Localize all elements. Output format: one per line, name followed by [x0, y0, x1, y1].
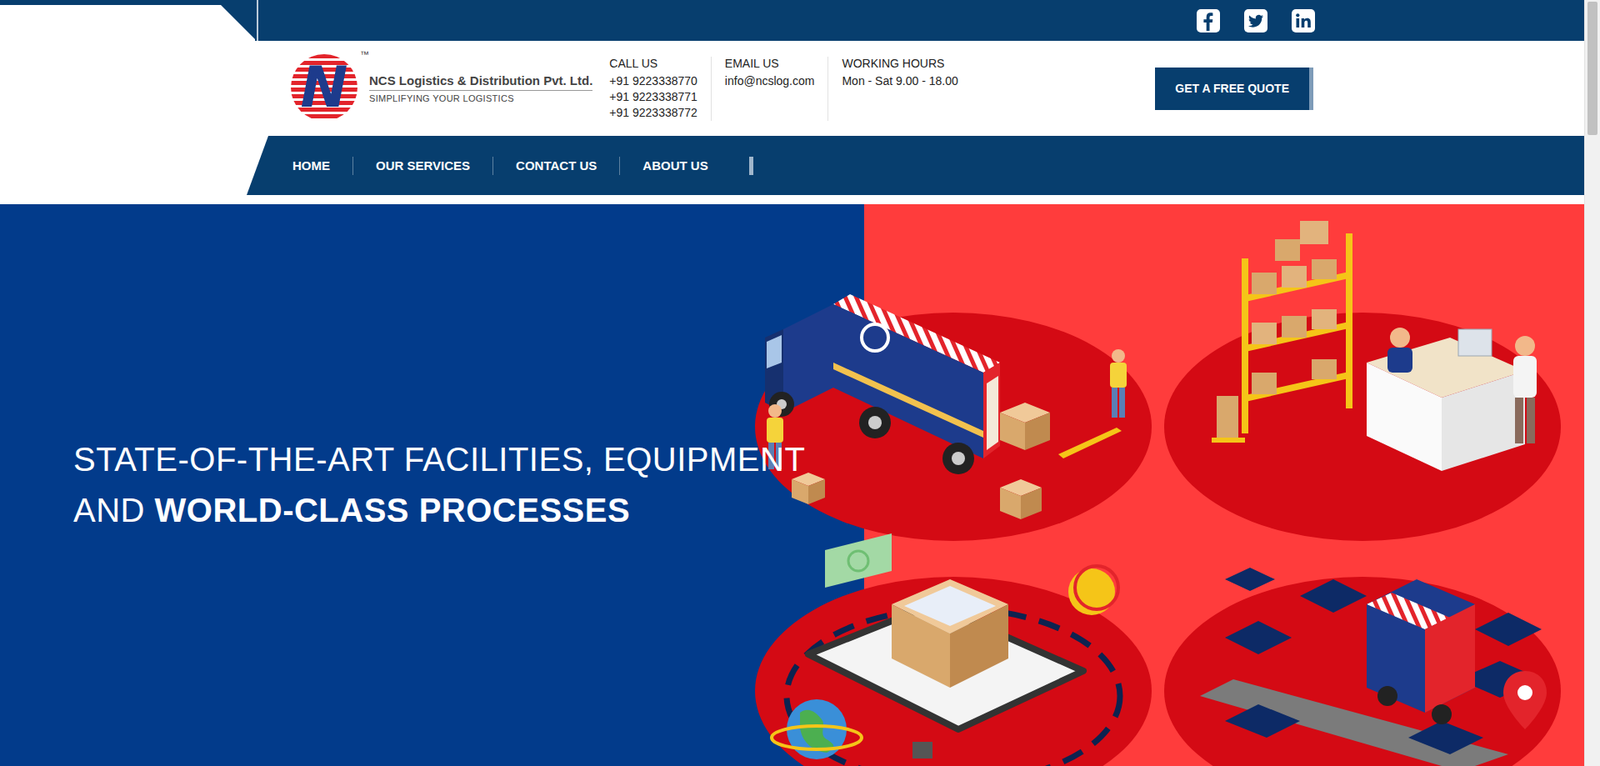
contact-label: WORKING HOURS [841, 56, 958, 70]
contact-column: CALL US +91 9223338770+91 9223338771+91 9… [604, 56, 711, 121]
contact-info: CALL US +91 9223338770+91 9223338771+91 9… [604, 56, 971, 121]
main-nav: HOMEOUR SERVICESCONTACT USABOUT US [246, 135, 1585, 195]
twitter-icon[interactable] [1243, 8, 1269, 34]
headline-line: AND WORLD-CLASS PROCESSES [73, 485, 805, 536]
headline-bold: WORLD-CLASS PROCESSES [155, 491, 631, 529]
scrollbar-thumb[interactable] [1587, 1, 1598, 135]
hero-banner: STATE-OF-THE-ART FACILITIES, EQUIPMENTAN… [0, 204, 1585, 766]
banknote [825, 533, 892, 588]
logistics-illustration [725, 204, 1585, 766]
nav-separator [492, 156, 494, 175]
contact-value[interactable]: +91 9223338770 [609, 73, 698, 90]
nav-separator [619, 156, 620, 175]
tagline: SIMPLIFYING YOUR LOGISTICS [369, 93, 593, 104]
logo-mark[interactable]: N™ [290, 54, 360, 123]
contact-value[interactable]: Mon - Sat 9.00 - 18.00 [841, 73, 958, 90]
service-desk [1211, 327, 1537, 471]
city-map [1200, 567, 1547, 766]
contact-value[interactable]: info@ncslog.com [725, 73, 815, 90]
delivery-van [765, 294, 1000, 475]
social-links [1195, 8, 1316, 34]
facebook-icon[interactable] [1195, 8, 1221, 34]
top-bar-divider [256, 0, 259, 41]
phone-parcel [771, 579, 1120, 766]
top-bar-cut [0, 0, 255, 41]
worker [766, 349, 1127, 470]
contact-value[interactable]: +91 9223338772 [609, 105, 698, 121]
top-bar [0, 0, 1585, 41]
scrollbar[interactable] [1584, 0, 1600, 766]
logo-disc: N [290, 54, 358, 121]
logo-letter: N [300, 59, 349, 116]
quote-button[interactable]: GET A FREE QUOTE [1155, 67, 1314, 110]
spacer [0, 195, 1585, 205]
nav-item[interactable]: HOME [270, 158, 353, 173]
nav-item[interactable]: ABOUT US [620, 158, 730, 173]
nav-item[interactable]: CONTACT US [493, 158, 620, 173]
linkedin-icon[interactable] [1290, 8, 1316, 34]
warehouse-shelf [1241, 220, 1353, 434]
hero-left-panel: STATE-OF-THE-ART FACILITIES, EQUIPMENTAN… [0, 204, 865, 766]
contact-column: WORKING HOURS Mon - Sat 9.00 - 18.00 [827, 56, 971, 121]
contact-value[interactable]: +91 9223338771 [609, 89, 698, 105]
nav-end-marker [749, 156, 754, 175]
contact-label: CALL US [609, 56, 698, 70]
header: N™NCS Logistics & Distribution Pvt. Ltd.… [0, 40, 1585, 136]
page: N™NCS Logistics & Distribution Pvt. Ltd.… [0, 0, 1585, 766]
headline-line: STATE-OF-THE-ART FACILITIES, EQUIPMENT [73, 434, 805, 485]
logo-text: NCS Logistics & Distribution Pvt. Ltd. SI… [369, 73, 593, 104]
rocket-badge [1068, 565, 1119, 615]
boxes [791, 402, 1050, 520]
logo[interactable]: N™ NCS Logistics & Distribution Pvt. Ltd.… [290, 54, 593, 123]
nav-item[interactable]: OUR SERVICES [353, 158, 493, 173]
headline-lead: AND [73, 491, 155, 529]
hero-headline: STATE-OF-THE-ART FACILITIES, EQUIPMENTAN… [73, 434, 805, 536]
company-name: NCS Logistics & Distribution Pvt. Ltd. [369, 73, 593, 91]
trademark: ™ [360, 49, 370, 60]
contact-column: EMAIL US info@ncslog.com [710, 56, 829, 121]
contact-label: EMAIL US [725, 56, 815, 70]
nav-separator [352, 156, 354, 175]
